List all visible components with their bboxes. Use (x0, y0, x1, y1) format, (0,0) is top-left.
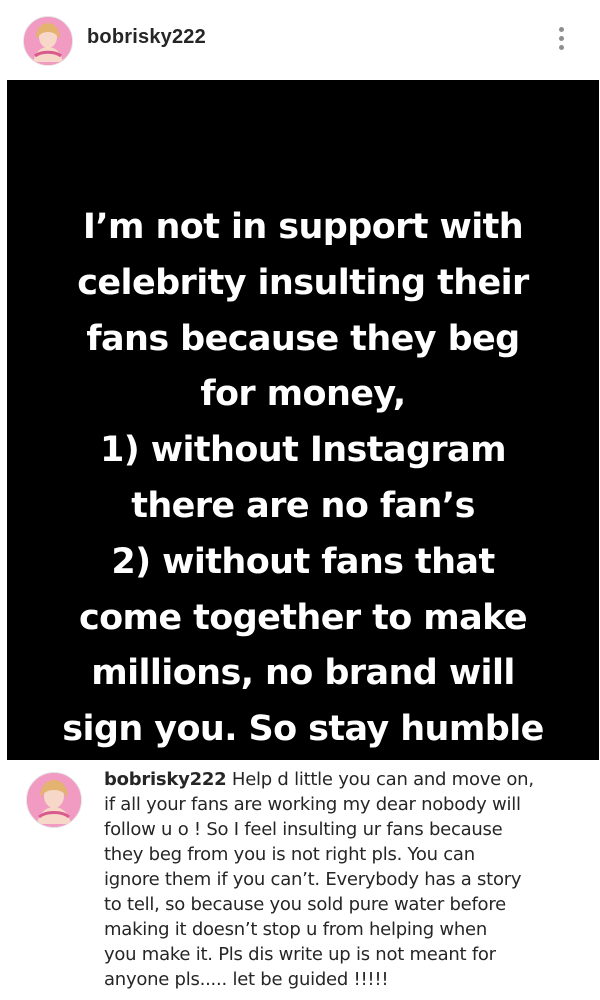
post-header: bobrisky222 (0, 0, 600, 80)
caption-text: bobrisky222 Help d little you can and mo… (104, 767, 584, 992)
caption-avatar-icon[interactable] (26, 772, 82, 828)
post-text: I’m not in support with celebrity insult… (62, 207, 544, 750)
caption-body: Help d little you can and move on, if al… (104, 769, 534, 990)
menu-dot (558, 45, 564, 50)
more-vertical-icon[interactable] (552, 24, 570, 56)
menu-dot (558, 36, 564, 41)
profile-avatar-icon[interactable] (23, 16, 73, 66)
caption-username[interactable]: bobrisky222 (104, 769, 227, 790)
post-caption: bobrisky222 Help d little you can and mo… (0, 762, 600, 1000)
username[interactable]: bobrisky222 (87, 26, 206, 49)
post-image[interactable]: I’m not in support with celebrity insult… (7, 80, 599, 760)
menu-dot (558, 27, 564, 32)
